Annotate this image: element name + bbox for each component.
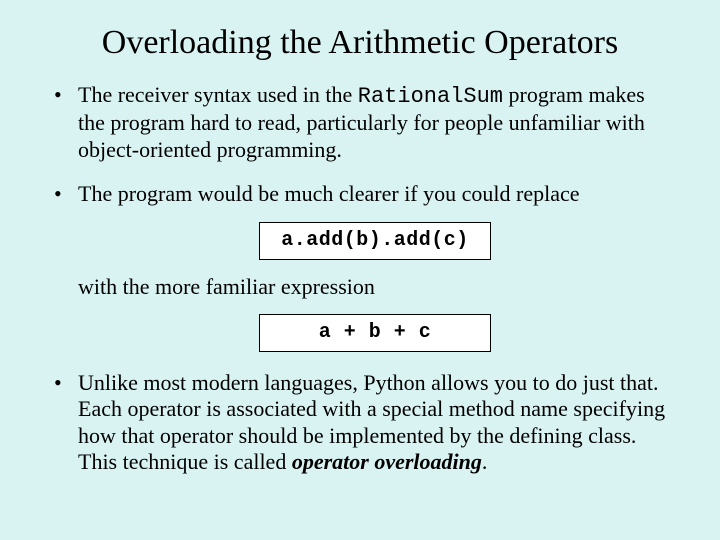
slide: Overloading the Arithmetic Operators The… [0, 0, 720, 540]
code-box-2: a + b + c [259, 314, 491, 352]
slide-title: Overloading the Arithmetic Operators [48, 24, 672, 62]
bullet-2: The program would be much clearer if you… [48, 181, 672, 352]
bullet-3-em: operator overloading [292, 449, 482, 474]
bullet-3: Unlike most modern languages, Python all… [48, 370, 672, 476]
bullet-1-text-a: The receiver syntax used in the [78, 82, 358, 107]
bullet-2-sub: with the more familiar expression [78, 274, 672, 300]
bullet-2-text: The program would be much clearer if you… [78, 181, 580, 206]
code-box-1: a.add(b).add(c) [259, 222, 491, 260]
bullet-1-code: RationalSum [358, 84, 503, 109]
bullet-list: The receiver syntax used in the Rational… [48, 82, 672, 476]
bullet-1: The receiver syntax used in the Rational… [48, 82, 672, 163]
bullet-3-text-b: . [482, 449, 488, 474]
